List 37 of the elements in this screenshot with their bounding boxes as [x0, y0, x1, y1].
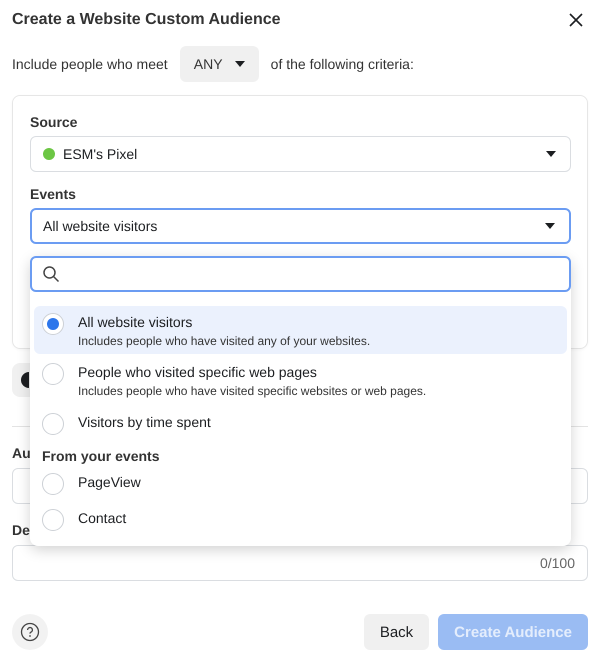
radio-button[interactable] [42, 313, 64, 335]
field-label: Au [12, 445, 31, 461]
menu-option[interactable]: PageView [34, 466, 567, 500]
caret-icon [546, 151, 556, 157]
criteria-text: of the following criteria: [270, 56, 414, 72]
back-button[interactable]: Back [364, 614, 430, 650]
help-icon[interactable] [12, 614, 48, 650]
criteria-text: Include people who meet [12, 56, 168, 72]
search-icon [42, 265, 60, 283]
search-field[interactable] [30, 256, 571, 292]
menu-option[interactable]: Visitors by time spent [34, 406, 567, 440]
match-dropdown[interactable]: ANY [180, 46, 259, 82]
field-label: Events [30, 186, 77, 202]
close-icon[interactable] [568, 12, 584, 28]
caret-icon [234, 61, 245, 67]
caret-icon [545, 223, 555, 229]
section-header: From your events [41, 447, 160, 466]
dialog-title: Create a Website Custom Audience [12, 11, 281, 29]
character-counter: 0/100 [540, 555, 575, 571]
menu-option[interactable]: All website visitors Includes people who have visited any of your websites. [34, 306, 567, 354]
radio-button[interactable] [42, 473, 64, 495]
menu-option[interactable]: Contact [34, 502, 567, 536]
source-dropdown[interactable]: ESM's Pixel [30, 136, 571, 172]
events-dropdown[interactable]: All website visitors [30, 208, 571, 244]
field-label: Source [30, 114, 78, 130]
radio-button[interactable] [42, 509, 64, 531]
option-description: Includes people who have visited any of your websites. [78, 333, 370, 349]
field-label: De [12, 522, 30, 538]
radio-button[interactable] [42, 363, 64, 385]
option-label: Visitors by time spent [78, 413, 211, 432]
option-description: Includes people who have visited specific websites or web pages. [78, 383, 426, 399]
option-label: Contact [78, 509, 126, 528]
option-label: People who visited specific web pages [78, 363, 318, 382]
menu-option[interactable]: People who visited specific web pages Includes people who have visited specific websites or web pages. [34, 356, 567, 404]
radio-button[interactable] [42, 413, 64, 435]
option-label: PageView [78, 473, 141, 492]
option-label: All website visitors [78, 313, 194, 332]
